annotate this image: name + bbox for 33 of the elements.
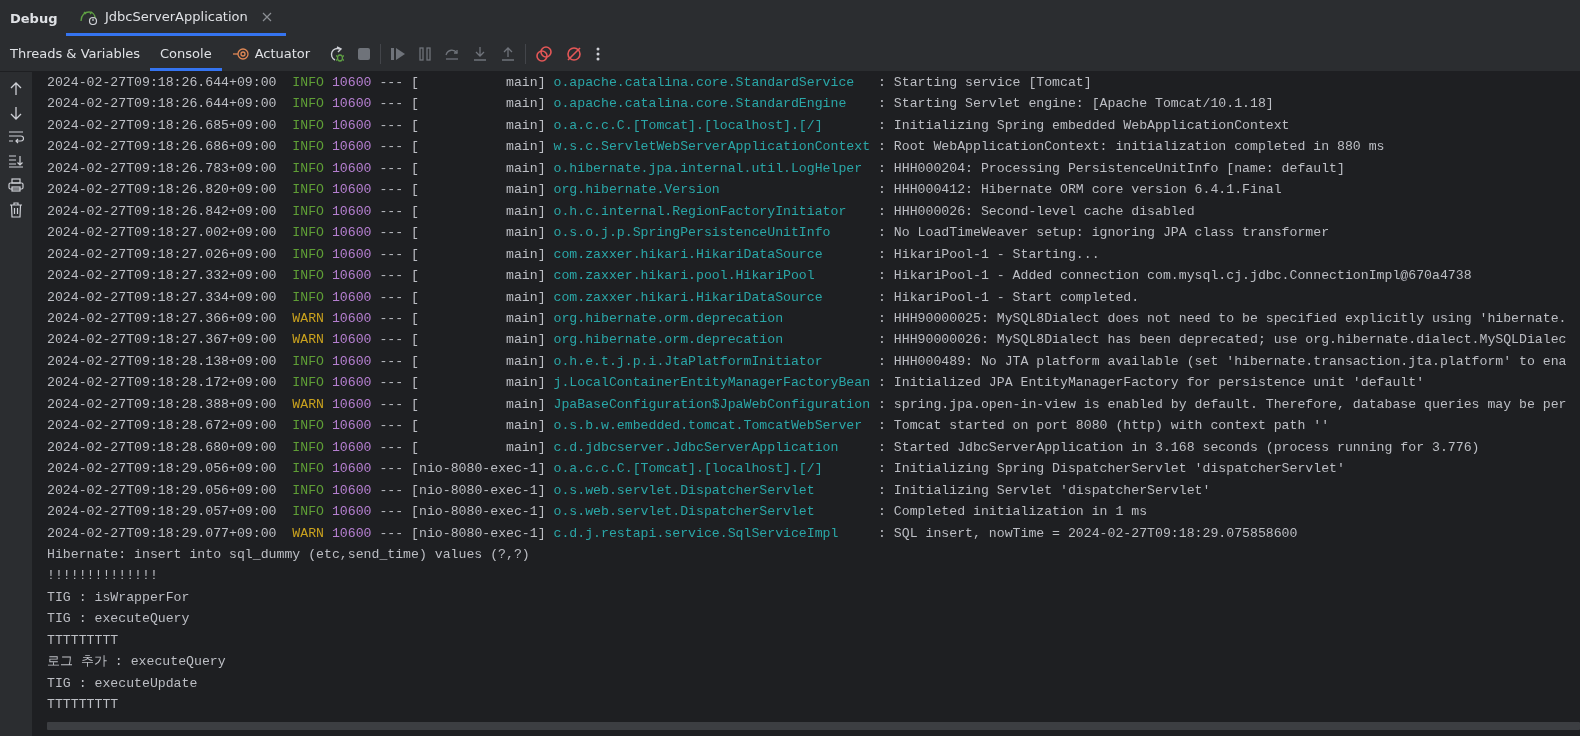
log-line: 2024-02-27T09:18:26.820+09:00 INFO 10600 --- [ main] org.hibernate.Version : HHH000412: Hibernate ORM core version 6.4.1.Final	[47, 181, 1283, 200]
log-line: 2024-02-27T09:18:28.680+09:00 INFO 10600 --- [ main] c.d.jdbcserver.JdbcServerApplication : Started JdbcServerApplication in 3.168 seconds (process running for 3.776)	[47, 438, 1481, 457]
log-line: 2024-02-27T09:18:27.334+09:00 INFO 10600 --- [ main] com.zaxxer.hikari.HikariDataSource : HikariPool-1 - Start completed.	[47, 288, 1141, 307]
log-line: TTTTTTTTT	[47, 696, 120, 715]
log-line: 2024-02-27T09:18:27.367+09:00 WARN 10600 --- [ main] org.hibernate.orm.deprecation : HHH90000026: MySQL8Dialect has been deprecated; use org.hibernate.dialect.MySQLDialec	[47, 331, 1568, 350]
log-line: 2024-02-27T09:18:28.172+09:00 INFO 10600 --- [ main] j.LocalContainerEntityManagerFactoryBean : Initialized JPA EntityManagerFactory for persistence unit 'default'	[47, 374, 1426, 393]
log-line: 2024-02-27T09:18:28.138+09:00 INFO 10600 --- [ main] o.h.e.t.j.p.i.JtaPlatformInitiator : HHH000489: No JTA platform available (set 'hibernate.transaction.jta.platform' to ena	[47, 352, 1568, 371]
panel-tab[interactable]: Actuator	[221, 36, 321, 71]
log-line: Hibernate: insert into sql_dummy (etc,send_time) values (?,?)	[47, 545, 531, 564]
log-line: TIG : isWrapperFor	[47, 588, 191, 607]
log-line: 2024-02-27T09:18:27.332+09:00 INFO 10600 --- [ main] com.zaxxer.hikari.pool.HikariPool : HikariPool-1 - Added connection com.mysql.cj.jdbc.ConnectionImpl@670a4738	[47, 267, 1473, 286]
log-line: 2024-02-27T09:18:26.686+09:00 INFO 10600 --- [ main] w.s.c.ServletWebServerApplicationContext : Root WebApplicationContext: initialization completed in 880 ms	[47, 138, 1386, 157]
log-line: !!!!!!!!!!!!!!	[47, 567, 159, 586]
log-line: 2024-02-27T09:18:29.057+09:00 INFO 10600 --- [nio-8080-exec-1] o.s.web.servlet.DispatcherServlet : Completed initialization in 1 ms	[47, 503, 1149, 522]
log-line: TTTTTTTTT	[47, 631, 120, 650]
log-line: 2024-02-27T09:18:27.026+09:00 INFO 10600 --- [ main] com.zaxxer.hikari.HikariDataSource : HikariPool-1 - Starting...	[47, 245, 1101, 264]
log-line: 2024-02-27T09:18:28.388+09:00 WARN 10600 --- [ main] JpaBaseConfiguration$JpaWebConfiguration : spring.jpa.open-in-view is enabled by default. Therefore, database queries may be per	[47, 395, 1568, 414]
log-line: 2024-02-27T09:18:29.056+09:00 INFO 10600 --- [nio-8080-exec-1] o.s.web.servlet.DispatcherServlet : Initializing Servlet 'dispatcherServlet'	[47, 481, 1212, 500]
log-line: 2024-02-27T09:18:26.783+09:00 INFO 10600 --- [ main] o.hibernate.jpa.internal.util.LogHelper : HHH000204: Processing PersistenceUnitInfo [name: default]	[47, 159, 1346, 178]
log-line: 2024-02-27T09:18:26.644+09:00 INFO 10600 --- [ main] o.apache.catalina.core.StandardEngine : Starting Servlet engine: [Apache Tomcat/10.1.18]	[47, 95, 1275, 114]
log-line: 2024-02-27T09:18:26.644+09:00 INFO 10600 --- [ main] o.apache.catalina.core.StandardService : Starting service [Tomcat]	[47, 74, 1093, 92]
window-title: Debug	[9, 9, 59, 28]
log-line: 로그 추가 : executeQuery	[47, 653, 227, 672]
log-line: 2024-02-27T09:18:29.077+09:00 WARN 10600 --- [nio-8080-exec-1] c.d.j.restapi.service.SqlServiceImpl : SQL insert, nowTime = 2024-02-27T09:18:29.075858600	[47, 524, 1299, 543]
log-line: 2024-02-27T09:18:26.685+09:00 INFO 10600 --- [ main] o.a.c.c.C.[Tomcat].[localhost].[/] : Initializing Spring embedded WebApplicationContext	[47, 116, 1291, 135]
log-line: 2024-02-27T09:18:29.056+09:00 INFO 10600 --- [nio-8080-exec-1] o.a.c.c.C.[Tomcat].[localhost].[/] : Initializing Spring DispatcherServlet 'dispatcherServlet'	[47, 460, 1346, 479]
log-line: TIG : executeQuery	[47, 610, 191, 629]
log-line: 2024-02-27T09:18:28.672+09:00 INFO 10600 --- [ main] o.s.b.w.embedded.tomcat.TomcatWebServer : Tomcat started on port 8080 (http) with context path ''	[47, 417, 1331, 436]
log-line: 2024-02-27T09:18:26.842+09:00 INFO 10600 --- [ main] o.h.c.internal.RegionFactoryInitiator : HHH000026: Second-level cache disabled	[47, 202, 1196, 221]
log-line: 2024-02-27T09:18:27.002+09:00 INFO 10600 --- [ main] o.s.o.j.p.SpringPersistenceUnitInfo : No LoadTimeWeaver setup: ignoring JPA class transformer	[47, 224, 1331, 243]
panel-tab[interactable]: Threads & Variables	[0, 36, 151, 71]
log-line: TIG : executeUpdate	[47, 674, 199, 693]
log-line: 2024-02-27T09:18:27.366+09:00 WARN 10600 --- [ main] org.hibernate.orm.deprecation : HHH90000025: MySQL8Dialect does not need to be specified explicitly using 'hibernate.	[47, 310, 1568, 328]
